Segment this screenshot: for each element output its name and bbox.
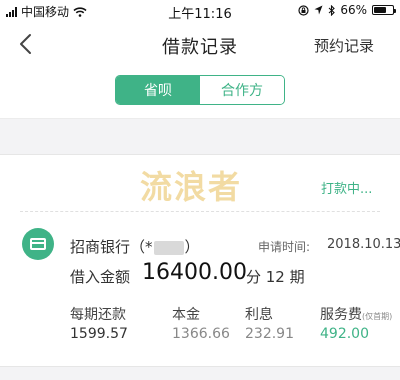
bank-name-prefix: 招商银行（*	[70, 238, 153, 256]
battery-fill	[374, 7, 386, 13]
bank-name: 招商银行（* ）	[70, 236, 200, 257]
status-right: 66%	[298, 3, 396, 17]
installment-label: 每期还款	[70, 307, 126, 323]
reservation-records-link[interactable]: 预约记录	[314, 35, 374, 56]
service-fee-label-text: 服务费	[320, 307, 362, 323]
bottom-separator	[0, 366, 400, 380]
lock-rotation-icon	[298, 4, 309, 16]
navigation-bar: 借款记录 预约记录	[0, 22, 400, 66]
bluetooth-icon	[328, 4, 336, 16]
segment-control: 省呗 合作方	[115, 75, 285, 105]
battery-percent: 66%	[340, 3, 367, 17]
section-separator	[0, 118, 400, 154]
battery-icon	[372, 5, 396, 15]
service-fee-label: 服务费(仅首期)	[320, 304, 392, 324]
interest-value: 232.91	[245, 326, 294, 342]
apply-time-label: 申请时间:	[258, 240, 311, 254]
status-badge[interactable]: 打款中...	[321, 178, 372, 197]
borrow-amount-value: 16400.00	[142, 260, 247, 285]
apply-time-value: 2018.10.13	[327, 237, 400, 252]
tab-shengbei[interactable]: 省呗	[116, 76, 200, 104]
service-fee-value: 492.00	[320, 326, 369, 342]
borrow-period: 分 12 期	[246, 268, 305, 286]
tab-partners[interactable]: 合作方	[200, 76, 284, 104]
status-bar: 中国移动 上午11:16 66%	[0, 0, 400, 22]
divider	[20, 211, 380, 212]
bank-card-icon	[22, 228, 54, 260]
location-icon	[314, 5, 323, 15]
bank-name-suffix: ）	[184, 238, 200, 256]
service-fee-note: (仅首期)	[362, 312, 393, 321]
installment-value: 1599.57	[70, 326, 128, 342]
borrow-amount-label: 借入金额	[70, 268, 131, 286]
principal-value: 1366.66	[172, 326, 230, 342]
interest-label: 利息	[245, 307, 273, 323]
watermark: 流浪者	[140, 168, 243, 206]
masked-account	[153, 240, 184, 255]
principal-label: 本金	[172, 307, 200, 323]
